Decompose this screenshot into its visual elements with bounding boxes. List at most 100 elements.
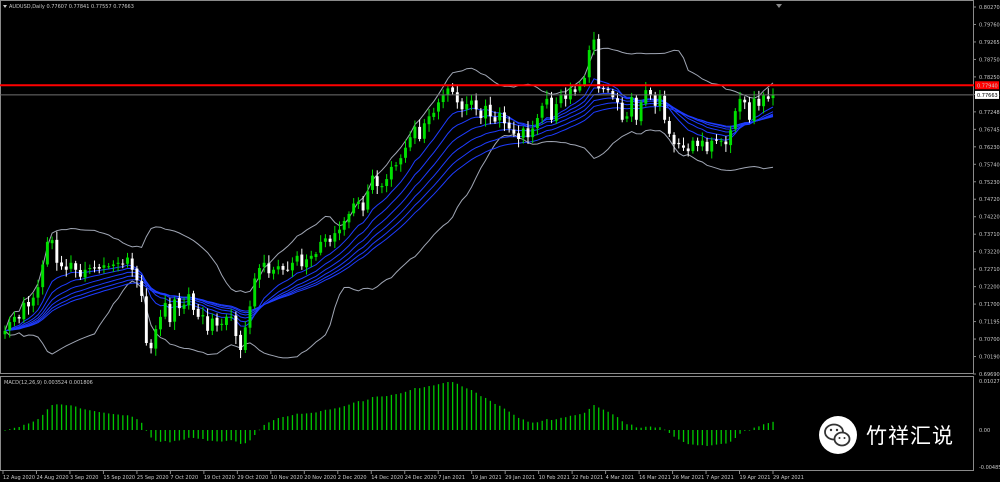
macd-bar <box>442 383 444 430</box>
macd-bar <box>126 415 129 430</box>
macd-bar <box>188 430 190 438</box>
macd-bar <box>461 386 463 430</box>
macd-bar <box>27 423 30 430</box>
macd-bar <box>324 409 327 430</box>
price-chart[interactable]: 0.802700.797600.792650.787500.782500.777… <box>0 0 1000 482</box>
macd-bar <box>150 430 152 438</box>
candle-body <box>295 255 299 262</box>
candle-body <box>163 302 167 317</box>
candle-body <box>206 316 210 331</box>
macd-bar <box>602 409 605 430</box>
candle-body <box>323 238 327 242</box>
candle-body <box>220 323 224 325</box>
candle-body <box>22 302 26 320</box>
macd-bar <box>329 409 331 430</box>
macd-bar <box>664 429 666 431</box>
price-tick-label: 0.79265 <box>979 40 1000 46</box>
date-tick-label: 14 Dec 2020 <box>371 475 403 481</box>
candle-body <box>319 241 323 253</box>
macd-bar <box>141 422 143 430</box>
macd-bar <box>706 430 708 446</box>
watermark: 竹祥汇说 <box>818 412 978 458</box>
macd-bar <box>315 412 317 430</box>
candle-body <box>276 266 280 270</box>
candle-body <box>606 88 610 91</box>
candle-body <box>597 38 601 89</box>
wechat-icon <box>818 415 858 455</box>
candle-body <box>243 327 247 351</box>
macd-bar <box>753 427 755 430</box>
macd-bar <box>272 420 275 430</box>
candle-body <box>12 316 16 322</box>
macd-bar <box>588 408 590 430</box>
macd-bar <box>734 430 737 439</box>
candle-body <box>36 287 40 298</box>
macd-bar <box>131 416 133 430</box>
price-tick-label: 0.75230 <box>979 180 1000 186</box>
macd-bar <box>51 405 53 430</box>
macd-bar <box>621 421 623 430</box>
macd-bar <box>60 404 63 430</box>
macd-bar <box>310 412 312 430</box>
macd-bar <box>635 427 638 430</box>
macd-bar <box>729 430 732 442</box>
macd-bar <box>499 405 501 430</box>
macd-bar <box>122 415 124 430</box>
macd-bar <box>612 414 614 430</box>
macd-bar <box>593 405 595 430</box>
candle-body <box>361 202 365 211</box>
candle-body <box>356 201 360 204</box>
macd-bar <box>423 387 426 430</box>
macd-bar <box>692 430 694 445</box>
macd-bar <box>84 409 86 430</box>
candle-body <box>290 262 294 271</box>
macd-bar <box>437 384 440 430</box>
macd-bar <box>159 430 162 442</box>
macd-bar <box>532 422 534 430</box>
macd-bar <box>569 415 572 430</box>
candle-body <box>437 102 440 112</box>
candle-body <box>507 122 511 129</box>
candle-body <box>762 95 766 107</box>
macd-bar <box>494 403 496 430</box>
macd-bar <box>70 405 72 430</box>
macd-bar <box>395 394 397 430</box>
price-tick-label: 0.71700 <box>979 302 1000 308</box>
date-tick-label: 22 Feb 2021 <box>572 475 603 481</box>
date-tick-label: 2 Dec 2020 <box>338 475 367 481</box>
candle-body <box>347 213 351 223</box>
candle-body <box>371 175 374 190</box>
candle-body <box>116 262 120 264</box>
macd-bar <box>164 430 166 442</box>
macd-bar <box>522 419 524 430</box>
macd-bar <box>98 412 100 430</box>
candle-body <box>460 101 464 110</box>
candle-body <box>667 121 671 134</box>
price-tick-label: 0.78250 <box>979 75 1000 81</box>
macd-bar <box>65 405 67 430</box>
candle-body <box>465 104 469 110</box>
macd-bar <box>631 424 633 430</box>
candle-body <box>394 165 398 167</box>
date-tick-label: 29 Apr 2021 <box>773 475 804 481</box>
macd-bar <box>489 400 492 430</box>
date-tick-label: 26 Mar 2021 <box>673 475 705 481</box>
macd-bar <box>371 397 374 430</box>
macd-bar <box>452 382 454 430</box>
candle-body <box>625 116 629 119</box>
price-tick-label: 0.76745 <box>979 127 1000 133</box>
macd-bar <box>89 410 91 430</box>
candle-body <box>192 293 195 310</box>
macd-bar <box>583 412 586 430</box>
macd-bar <box>659 427 661 430</box>
candle-body <box>616 98 619 103</box>
date-tick-label: 29 Oct 2020 <box>237 475 268 481</box>
price-tick-label: 0.72200 <box>979 285 1000 291</box>
macd-bar <box>654 427 656 430</box>
candle-body <box>686 148 690 152</box>
macd-bar <box>249 430 251 441</box>
date-tick-label: 19 Jan 2021 <box>472 475 502 481</box>
macd-bar <box>480 396 482 430</box>
macd-bar <box>235 430 237 442</box>
macd-bar <box>668 430 671 433</box>
